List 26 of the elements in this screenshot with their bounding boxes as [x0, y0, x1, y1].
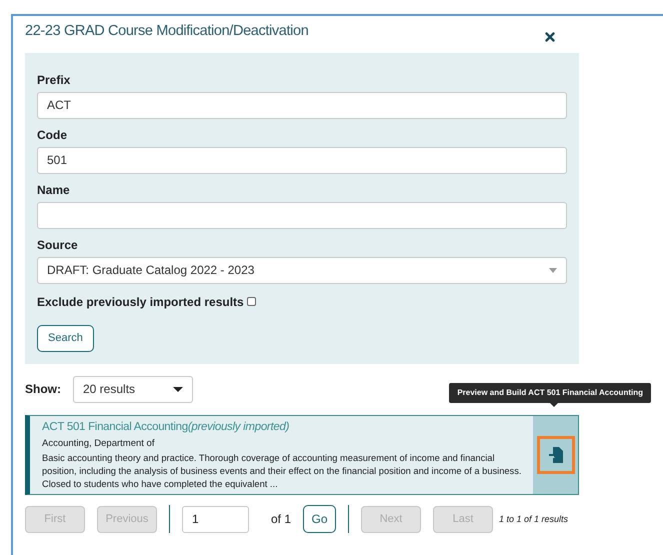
text-field[interactable]	[37, 202, 567, 229]
field-label: Code	[37, 128, 68, 142]
field-label: Name	[37, 182, 71, 197]
checkbox[interactable]	[246, 297, 256, 306]
go-button[interactable]: Go	[303, 505, 336, 534]
course-description: Basic accounting theory and practice. Thorough coverage of accounting measurement of income and financial position, including the analysis of business events and their effect on the financial position and income of a business. Closed to students who have completed the equivalent ...	[42, 452, 522, 492]
file-import-icon	[548, 447, 562, 463]
text-field[interactable]: ACT	[37, 92, 567, 119]
preview-build-button[interactable]	[536, 436, 574, 474]
show-label: Show:	[25, 381, 61, 398]
results-select[interactable]: 20 results	[73, 376, 193, 403]
close-icon[interactable]	[543, 30, 557, 44]
dialog-title: 22-23 GRAD Course Modification/Deactivation	[25, 22, 308, 41]
checkbox-label: Exclude previously imported results	[37, 294, 244, 311]
page-count: of 1	[271, 511, 292, 528]
results-summary: 1 to 1 of 1 results	[499, 512, 568, 526]
field-label: Source	[37, 238, 79, 252]
field-label: Prefix	[37, 72, 72, 87]
caret-icon	[549, 268, 557, 273]
page-field[interactable]: 1	[182, 506, 249, 533]
source-select[interactable]: DRAFT: Graduate Catalog 2022 - 2023	[37, 256, 567, 284]
result-title[interactable]: ACT 501 Financial Accounting(previously imported)	[42, 418, 523, 436]
text-field[interactable]: 501	[37, 146, 567, 174]
search-button[interactable]: Search	[37, 324, 94, 352]
caret-icon	[173, 386, 183, 392]
department-text: Accounting, Department of	[42, 437, 156, 451]
